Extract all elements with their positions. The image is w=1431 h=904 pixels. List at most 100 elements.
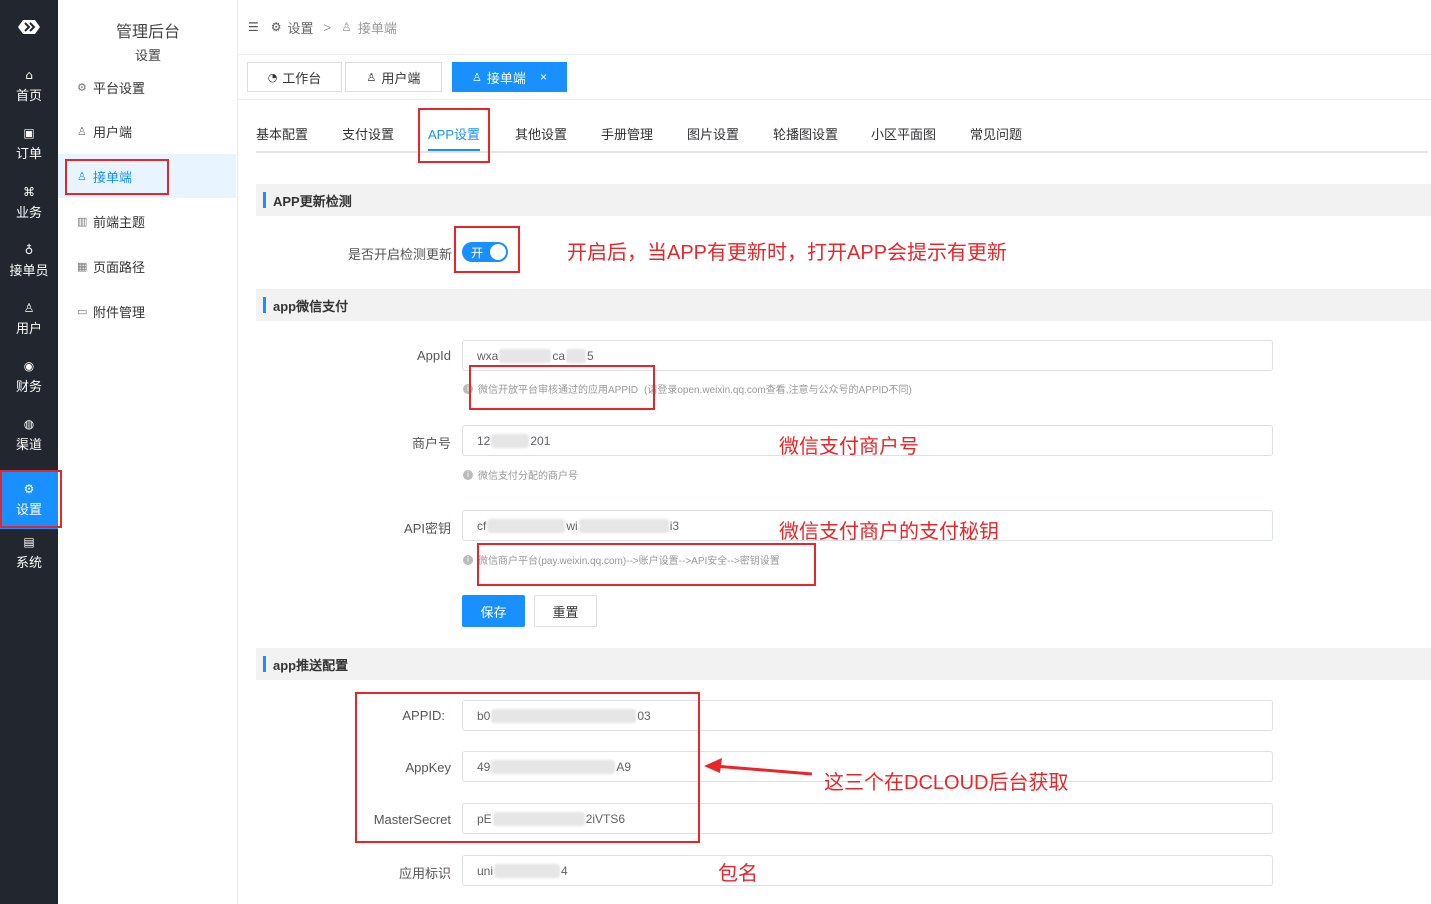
- hint-text: 微信支付分配的商户号: [478, 471, 578, 482]
- save-button[interactable]: 保存: [462, 595, 525, 627]
- finance-icon: ◉: [23, 359, 35, 373]
- submenu-item-label: 平台设置: [93, 80, 146, 96]
- tab-faq[interactable]: 常见问题: [970, 124, 1022, 143]
- annotation-box-settings: [0, 470, 62, 528]
- field-value-prefix: cf: [477, 518, 487, 533]
- top-header: ☰ ⚙ 设置 > ♙ 接单端: [238, 0, 1431, 55]
- bundle-id-label: 应用标识: [398, 866, 451, 881]
- info-icon: i: [463, 554, 473, 565]
- sidebar-item-label: 渠道: [15, 437, 42, 452]
- collapse-menu-icon[interactable]: ☰: [248, 20, 259, 34]
- annotation-box-appid-hint: [469, 365, 655, 410]
- archive-icon: ▭: [77, 304, 88, 318]
- sidebar-item-label: 系统: [15, 555, 42, 570]
- submenu-item-label: 前端主题: [93, 214, 146, 230]
- annotation-push-note: 这三个在DCLOUD后台获取: [824, 772, 1069, 794]
- info-icon: i: [463, 469, 473, 480]
- submenu-item-label: 页面路径: [93, 259, 146, 275]
- user-icon: ♙: [23, 301, 35, 315]
- sidebar-item-label: 订单: [15, 146, 42, 161]
- field-value-suffix: 5: [587, 348, 594, 363]
- field-value-prefix: uni: [477, 863, 494, 878]
- sidebar-item-label: 首页: [15, 88, 42, 103]
- tab-basic[interactable]: 基本配置: [256, 124, 308, 143]
- section-header-push: app推送配置: [256, 648, 1431, 680]
- annotation-merchant-note: 微信支付商户号: [779, 436, 919, 458]
- merchant-id-hint: i 微信支付分配的商户号: [463, 467, 578, 482]
- user-group-icon: ♙: [472, 70, 482, 84]
- tab-carousel[interactable]: 轮播图设置: [773, 124, 838, 143]
- submenu-item-theme[interactable]: ▥ 前端主题: [58, 199, 236, 243]
- bicycle-icon: ♁: [24, 243, 34, 257]
- logo-icon: [18, 20, 40, 34]
- breadcrumb-item[interactable]: ⚙ 设置: [271, 18, 314, 37]
- field-value-prefix: wxa: [477, 348, 499, 363]
- submenu-title: 管理后台: [115, 24, 180, 41]
- tab-floor-plan[interactable]: 小区平面图: [871, 124, 936, 143]
- annotation-bundle-note: 包名: [718, 863, 758, 885]
- breadcrumb-label: 设置: [287, 20, 314, 36]
- user-icon: ♙: [366, 70, 377, 84]
- logo[interactable]: [0, 0, 58, 54]
- system-icon: ▤: [23, 535, 35, 549]
- section-title: app微信支付: [273, 298, 349, 314]
- sidebar-item-couriers[interactable]: ♁ 接单员: [0, 232, 58, 290]
- section-header-wechat-pay: app微信支付: [256, 289, 1431, 321]
- sidebar-item-label: 用户: [15, 321, 42, 336]
- sidebar-item-orders[interactable]: ▣ 订单: [0, 115, 58, 173]
- annotation-switch-note: 开启后，当APP有更新时，打开APP会提示有更新: [567, 242, 1008, 264]
- tab-payment[interactable]: 支付设置: [342, 124, 394, 143]
- submenu-item-attachments[interactable]: ▭ 附件管理: [58, 289, 236, 333]
- sidebar-item-label: 财务: [15, 379, 42, 394]
- sidebar-item-finance[interactable]: ◉ 财务: [0, 348, 58, 406]
- redacted-mask: [487, 518, 566, 533]
- field-value-mid: ca: [552, 348, 566, 363]
- layout-icon: ▦: [77, 259, 88, 273]
- api-key-label: API密钥: [404, 521, 451, 536]
- book-icon: ▥: [77, 214, 88, 228]
- tag-label: 接单端: [486, 70, 526, 86]
- sidebar-item-label: 业务: [15, 205, 42, 220]
- submenu-item-page-paths[interactable]: ▦ 页面路径: [58, 244, 236, 288]
- field-value-prefix: 12: [477, 433, 491, 448]
- close-icon[interactable]: ×: [540, 70, 547, 84]
- tab-images[interactable]: 图片设置: [687, 124, 739, 143]
- annotation-box-push-fields: [355, 692, 700, 843]
- annotation-key-note: 微信支付商户的支付秘钥: [779, 521, 999, 543]
- field-value-suffix: 201: [530, 433, 551, 448]
- gear-icon: ⚙: [77, 80, 87, 94]
- hint-text: (请登录open.weixin.qq.com查看,注意与公众号的APPID不同): [644, 385, 912, 396]
- tab-other[interactable]: 其他设置: [515, 124, 567, 143]
- submenu-item-user-app[interactable]: ♙ 用户端: [58, 109, 236, 153]
- update-switch-label: 是否开启检测更新: [347, 247, 452, 262]
- section-title: APP更新检测: [273, 193, 352, 209]
- business-icon: ⌘: [23, 185, 35, 199]
- breadcrumb-separator: >: [323, 19, 332, 35]
- tab-manual[interactable]: 手册管理: [601, 124, 653, 143]
- sidebar-item-users[interactable]: ♙ 用户: [0, 290, 58, 348]
- submenu-item-platform[interactable]: ⚙ 平台设置: [58, 65, 236, 109]
- user-group-icon: ♙: [341, 20, 352, 34]
- redacted-mask: [491, 433, 530, 448]
- bundle-id-input[interactable]: uni 4: [462, 855, 1273, 886]
- field-value-suffix: 4: [561, 863, 568, 878]
- sidebar-item-channels[interactable]: ◍ 渠道: [0, 406, 58, 464]
- sidebar-item-system[interactable]: ▤ 系统: [0, 524, 58, 582]
- sidebar-item-home[interactable]: ⌂ 首页: [0, 57, 58, 115]
- redacted-mask: [494, 863, 561, 878]
- redacted-mask: [499, 348, 552, 363]
- tag-user-app[interactable]: ♙ 用户端: [345, 62, 442, 92]
- gear-icon: ⚙: [270, 20, 282, 34]
- order-icon: ▣: [23, 126, 35, 140]
- reset-button[interactable]: 重置: [534, 595, 597, 627]
- redacted-mask: [566, 348, 587, 363]
- sidebar-item-business[interactable]: ⌘ 业务: [0, 174, 58, 232]
- tag-label: 工作台: [282, 70, 322, 86]
- tag-dashboard[interactable]: ◔ 工作台: [247, 62, 342, 92]
- sub-menu: 管理后台 设置 ⚙ 平台设置 ♙ 用户端 ♙ 接单端 ▥ 前端主题 ▦ 页面路径…: [58, 0, 238, 904]
- annotation-box-app-tab: [418, 108, 490, 163]
- tag-courier-app[interactable]: ♙ 接单端 ×: [452, 62, 567, 92]
- merchant-id-label: 商户号: [411, 436, 451, 451]
- field-value-mid: wi: [566, 518, 578, 533]
- breadcrumb-item: ♙ 接单端: [341, 18, 397, 37]
